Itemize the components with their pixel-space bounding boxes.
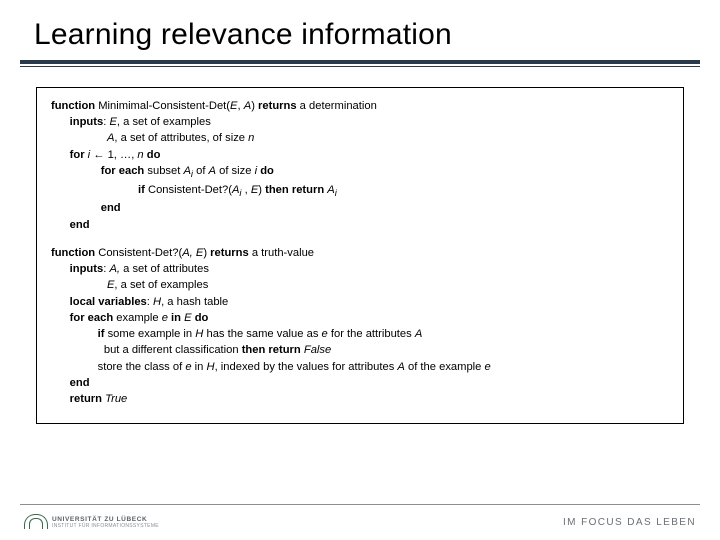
f2-line1: function Consistent-Det?(A, E) returns a… (51, 245, 669, 261)
f2-line7: but a different classification then retu… (51, 342, 669, 358)
f1-line2: inputs: E, a set of examples (51, 114, 669, 130)
institute-name: INSTITUT FÜR INFORMATIONSSYSTEME (52, 524, 159, 529)
f1-line5: for each subset Ai of A of size i do (51, 163, 669, 182)
f1-line7: end (51, 200, 669, 216)
func1: function Minimimal-Consistent-Det(E, A) … (51, 98, 669, 233)
f2-line2: inputs: A, a set of attributes (51, 261, 669, 277)
footer-left: UNIVERSITÄT ZU LÜBECK INSTITUT FÜR INFOR… (24, 514, 159, 532)
f2-line8: store the class of e in H, indexed by th… (51, 359, 669, 375)
f1-line8: end (51, 217, 669, 233)
f2-line6: if some example in H has the same value … (51, 326, 669, 342)
f2-line10: return True (51, 391, 669, 407)
university-text: UNIVERSITÄT ZU LÜBECK INSTITUT FÜR INFOR… (52, 517, 159, 530)
f2-line3: E, a set of examples (51, 277, 669, 293)
f2-line5: for each example e in E do (51, 310, 669, 326)
title-area: Learning relevance information (0, 0, 720, 52)
f1-line1: function Minimimal-Consistent-Det(E, A) … (51, 98, 669, 114)
footer: UNIVERSITÄT ZU LÜBECK INSTITUT FÜR INFOR… (0, 500, 720, 540)
f1-line6: if Consistent-Det?(Ai , E) then return A… (51, 182, 669, 201)
footer-slogan: IM FOCUS DAS LEBEN (563, 517, 696, 528)
f1-line4: for i ← 1, …, n do (51, 147, 669, 163)
f2-line4: local variables: H, a hash table (51, 294, 669, 310)
algorithm-box: function Minimimal-Consistent-Det(E, A) … (36, 87, 684, 424)
title-rule-thin (20, 66, 700, 67)
func2: function Consistent-Det?(A, E) returns a… (51, 245, 669, 407)
f2-line9: end (51, 375, 669, 391)
university-logo-icon (24, 514, 46, 532)
title-rule-thick (20, 60, 700, 64)
f1-line3: A, a set of attributes, of size n (51, 130, 669, 146)
slide-title: Learning relevance information (34, 18, 720, 52)
footer-rule (20, 504, 700, 505)
